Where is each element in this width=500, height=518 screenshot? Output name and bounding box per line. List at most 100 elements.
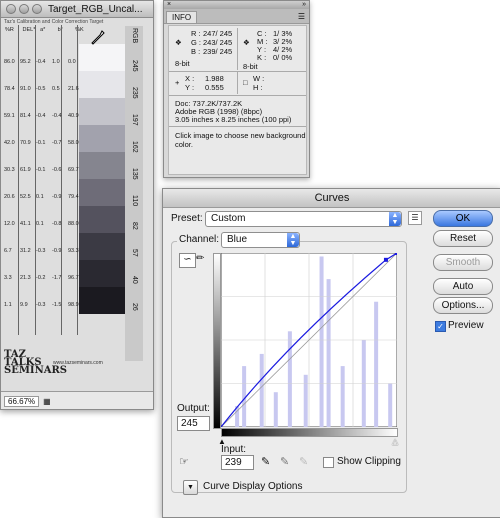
rgb-value-label: 197	[131, 114, 138, 126]
dialog-title: Curves	[163, 189, 500, 208]
rgb-value-label: 82	[131, 222, 138, 230]
curve-point-tool-icon[interactable]: ∽	[179, 253, 196, 268]
preview-checkbox[interactable]: ✓	[435, 321, 446, 332]
table-row: 3.3 21.3 -0.2 -1.7 96.7	[4, 275, 84, 281]
rgb-value-label: 135	[131, 168, 138, 180]
output-label: Output:	[177, 403, 210, 414]
input-gradient-bar	[221, 428, 398, 437]
disclosure-triangle-icon[interactable]: ▼	[183, 480, 198, 495]
output-field[interactable]: 245	[177, 416, 210, 431]
rgb-header: RGB	[131, 28, 138, 44]
seminar-url: www.tazseminars.com	[53, 360, 103, 366]
rgb-value-label: 245	[131, 60, 138, 72]
table-cell: 20.6	[4, 194, 15, 200]
gray-swatch[interactable]	[79, 260, 125, 287]
table-cell: -1.7	[52, 275, 62, 281]
gray-swatch[interactable]	[79, 125, 125, 152]
dropdown-arrows-icon: ▲ ▼	[287, 233, 299, 247]
gray-swatch[interactable]	[79, 233, 125, 260]
gray-swatches[interactable]	[79, 44, 125, 314]
gray-swatch[interactable]	[79, 287, 125, 314]
close-window-button[interactable]	[6, 4, 16, 14]
table-cell: -0.7	[52, 140, 62, 146]
table-row: 6.7 31.2 -0.3 -0.9 93.3	[4, 248, 84, 254]
target-adjust-hand-icon[interactable]: ☞	[179, 455, 189, 468]
gray-swatch[interactable]	[79, 44, 125, 71]
info-dimensions: 3.05 inches x 8.25 inches (100 ppi)	[175, 115, 292, 124]
gray-swatch[interactable]	[79, 152, 125, 179]
info-k-value: 0/ 0%	[273, 53, 293, 62]
show-clipping-checkbox[interactable]	[323, 457, 334, 468]
table-cell: 41.1	[20, 221, 31, 227]
info-y2-label: Y :	[185, 83, 195, 92]
document-statusbar: 66.67% ▦	[1, 391, 153, 409]
column-header: a*	[40, 27, 46, 33]
table-cell: -0.3	[36, 248, 46, 254]
reset-button[interactable]: Reset	[433, 230, 493, 247]
tab-info[interactable]: INFO	[166, 11, 198, 23]
preset-menu-icon[interactable]: ☰	[408, 211, 422, 225]
auto-button[interactable]: Auto	[433, 278, 493, 295]
white-eyedropper-icon[interactable]: ✎	[299, 455, 308, 468]
info-b-label: B :	[191, 47, 201, 56]
curve-point[interactable]	[383, 257, 388, 262]
curve-point[interactable]	[395, 253, 397, 255]
table-cell: 1.1	[4, 302, 12, 308]
panel-tabrow: INFO ☰	[164, 9, 309, 24]
info-r-label: R :	[191, 29, 201, 38]
divider	[18, 25, 19, 335]
divider	[77, 25, 78, 335]
gray-swatch[interactable]	[79, 179, 125, 206]
info-bit-right: 8-bit	[243, 62, 258, 71]
smooth-button[interactable]: Smooth	[433, 254, 493, 271]
info-w-label: W :	[253, 74, 265, 83]
table-cell: 78.4	[4, 86, 15, 92]
zoom-window-button[interactable]	[32, 4, 42, 14]
histogram-bar	[326, 279, 331, 427]
gray-swatch[interactable]	[79, 98, 125, 125]
input-field[interactable]: 239	[221, 455, 254, 470]
gray-swatch[interactable]	[79, 71, 125, 98]
channel-dropdown[interactable]: Blue ▲ ▼	[221, 232, 300, 248]
seminar-logo: TAZ TALKS SEMINARS	[4, 349, 68, 376]
display-options-label[interactable]: Curve Display Options	[203, 481, 302, 492]
histogram-bar	[340, 366, 345, 427]
info-bit-left: 8-bit	[175, 59, 190, 68]
table-cell: 0.5	[52, 86, 60, 92]
gray-swatch[interactable]	[79, 206, 125, 233]
zoom-level-field[interactable]: 66.67%	[4, 395, 40, 407]
table-cell: -0.3	[36, 302, 46, 308]
status-menu-icon[interactable]: ▦	[43, 397, 51, 406]
white-point-slider-icon[interactable]: △	[392, 437, 398, 446]
table-cell: 3.3	[4, 275, 12, 281]
table-cell: -0.9	[52, 194, 62, 200]
ok-button[interactable]: OK	[433, 210, 493, 227]
gray-eyedropper-icon[interactable]: ✎	[280, 455, 289, 468]
panel-menu-icon[interactable]: ☰	[298, 12, 305, 21]
collapse-panel-icon[interactable]: »	[302, 1, 306, 8]
document-canvas[interactable]: Taz's Calibration and Color Correction T…	[1, 18, 153, 391]
table-cell: -1.5	[52, 302, 62, 308]
black-eyedropper-icon[interactable]: ✎	[261, 455, 270, 468]
info-g-label: G :	[191, 38, 202, 47]
table-cell: 91.0	[20, 86, 31, 92]
histogram-bar	[287, 331, 292, 427]
pencil-tool-icon[interactable]: ✏	[196, 253, 208, 266]
minimize-window-button[interactable]	[19, 4, 29, 14]
info-x-value: 1.988	[205, 74, 224, 83]
curves-dialog: Curves Preset: Custom ▲ ▼ ☰ Channel: Blue…	[162, 188, 500, 518]
table-cell: 81.4	[20, 113, 31, 119]
table-cell: 0.1	[36, 194, 44, 200]
curve-graph[interactable]	[221, 253, 397, 427]
table-cell: -0.4	[36, 59, 46, 65]
options-button[interactable]: Options...	[433, 297, 493, 314]
close-panel-icon[interactable]: ×	[167, 1, 171, 8]
histogram-bar	[319, 256, 324, 427]
divider	[61, 25, 62, 335]
histogram-bar	[273, 392, 278, 427]
info-hint-line2: color.	[175, 140, 193, 149]
rgb-value-label: 26	[131, 303, 138, 311]
table-cell: -0.4	[52, 113, 62, 119]
preset-dropdown[interactable]: Custom ▲ ▼	[205, 211, 402, 227]
table-cell: -0.1	[36, 167, 46, 173]
